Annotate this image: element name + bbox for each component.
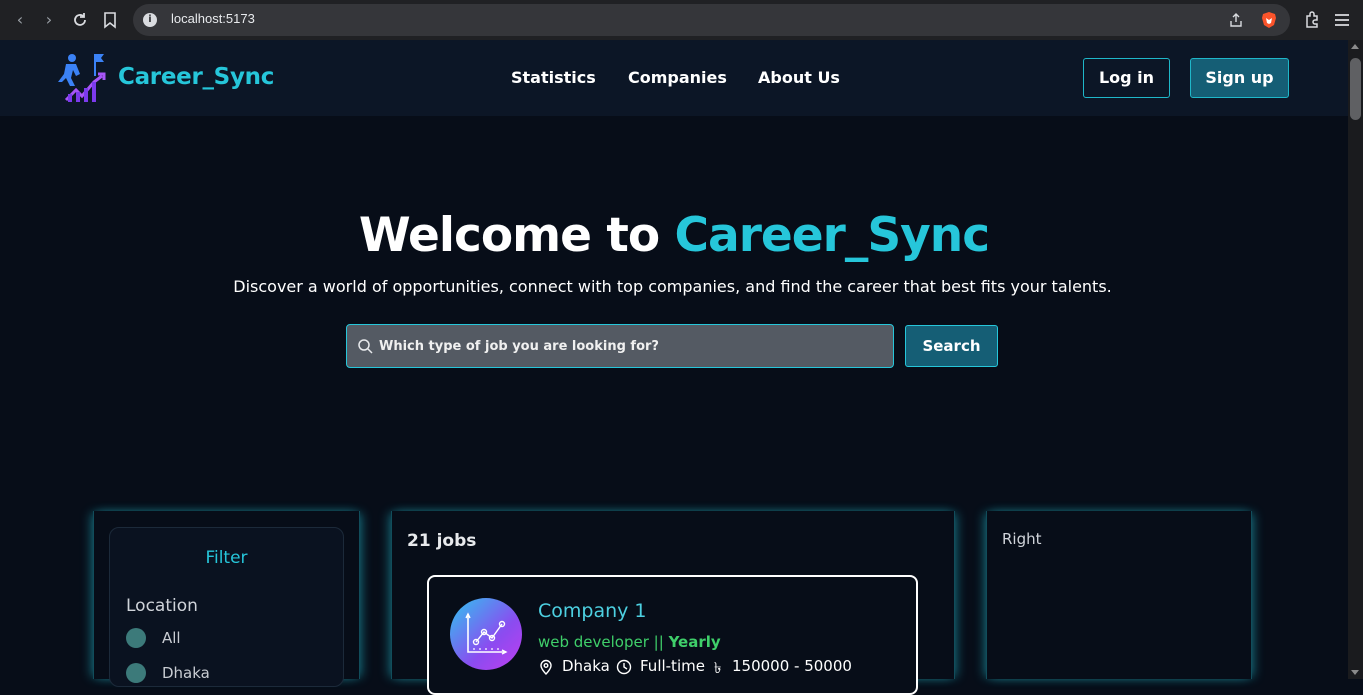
job-salary: 150000 - 50000 <box>732 657 852 675</box>
job-location: Dhaka <box>562 657 610 675</box>
location-pin-icon <box>540 659 552 675</box>
filter-card: Filter Location All Dhaka <box>109 527 344 687</box>
url-text[interactable]: localhost:5173 <box>171 11 255 26</box>
salary-period: Yearly <box>668 633 721 651</box>
extensions-icon[interactable] <box>1302 10 1322 30</box>
chart-growth-icon <box>465 612 508 655</box>
search-icon <box>358 339 373 354</box>
back-icon[interactable]: ‹ <box>10 10 30 30</box>
location-label: Location <box>126 596 198 616</box>
radio-label[interactable]: Dhaka <box>162 664 210 682</box>
scroll-down-arrow-icon[interactable] <box>1351 670 1359 675</box>
site-header: Career_Sync Statistics Companies About U… <box>0 40 1348 116</box>
hero-subtitle: Discover a world of opportunities, conne… <box>233 277 1112 296</box>
forward-icon[interactable]: › <box>39 10 59 30</box>
hero-title-accent: Career_Sync <box>674 208 991 263</box>
job-type: Full-time <box>640 657 705 675</box>
right-panel-label: Right <box>1002 530 1042 548</box>
company-name[interactable]: Company 1 <box>538 600 647 622</box>
radio-button[interactable] <box>126 663 146 683</box>
nav-companies[interactable]: Companies <box>628 68 727 87</box>
search-box[interactable] <box>346 324 894 368</box>
scroll-up-arrow-icon[interactable] <box>1351 44 1359 49</box>
bookmark-icon[interactable] <box>100 10 120 30</box>
radio-label[interactable]: All <box>162 629 181 647</box>
job-card[interactable]: Company 1 web developer || Yearly Dhaka … <box>427 575 918 695</box>
menu-icon[interactable] <box>1332 10 1352 30</box>
job-role: web developer || Yearly <box>538 633 721 651</box>
clock-icon <box>616 659 632 675</box>
job-search-input[interactable] <box>379 325 885 367</box>
share-icon[interactable] <box>1228 12 1244 28</box>
brave-shield-icon[interactable] <box>1260 11 1278 29</box>
role-separator: || <box>648 633 669 651</box>
hero-title: Welcome to Career_Sync <box>0 208 1348 263</box>
site-info-icon[interactable]: i <box>143 13 157 27</box>
company-logo <box>450 598 522 670</box>
browser-chrome: ‹ › i localhost:5173 <box>0 0 1363 40</box>
address-bar[interactable]: i localhost:5173 <box>133 4 1290 36</box>
nav-about-us[interactable]: About Us <box>758 68 840 87</box>
scroll-thumb[interactable] <box>1350 58 1361 120</box>
filter-title: Filter <box>205 548 248 568</box>
nav-statistics[interactable]: Statistics <box>511 68 596 87</box>
jobs-count: 21 jobs <box>407 531 477 551</box>
job-title: web developer <box>538 633 649 651</box>
hero-title-prefix: Welcome to <box>358 208 675 263</box>
signup-button[interactable]: Sign up <box>1190 58 1289 98</box>
search-button[interactable]: Search <box>905 325 998 367</box>
radio-button[interactable] <box>126 628 146 648</box>
career-logo-icon[interactable] <box>56 52 108 104</box>
page-scrollbar[interactable] <box>1348 40 1363 679</box>
reload-icon[interactable] <box>70 10 90 30</box>
taka-currency-icon: ৳ <box>714 659 722 677</box>
logo-text[interactable]: Career_Sync <box>118 64 274 90</box>
login-button[interactable]: Log in <box>1083 58 1170 98</box>
